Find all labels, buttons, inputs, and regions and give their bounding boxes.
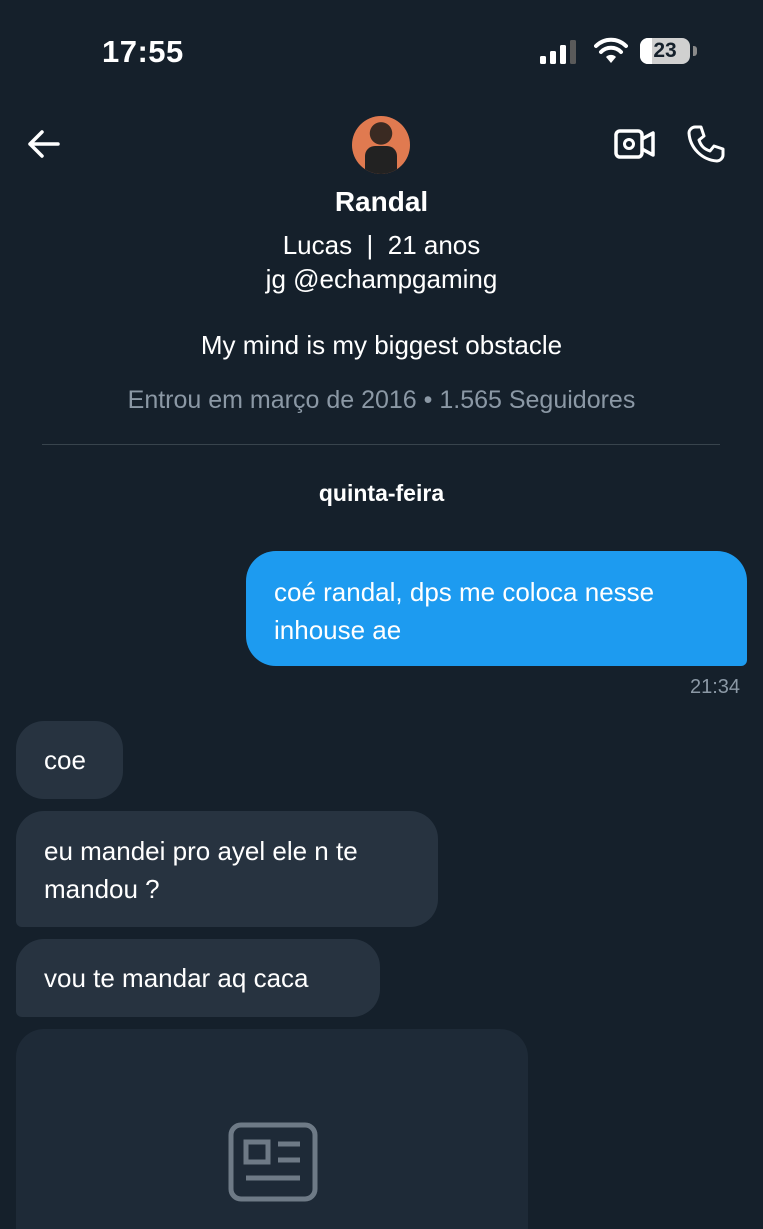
message-incoming[interactable]: eu mandei pro ayel ele n te mandou ? bbox=[16, 811, 438, 927]
day-separator: quinta-feira bbox=[318, 480, 445, 506]
bio-line-1: Lucas | 21 anos bbox=[282, 230, 481, 260]
message-timestamp: 21:34 bbox=[690, 676, 741, 698]
message-text: coe bbox=[44, 745, 86, 775]
back-arrow-icon[interactable] bbox=[24, 124, 64, 164]
divider bbox=[42, 444, 720, 445]
battery-indicator: 23 bbox=[640, 38, 698, 66]
bio-line-2: jg @echampgaming bbox=[265, 264, 498, 294]
message-incoming[interactable]: coe bbox=[16, 721, 123, 799]
cellular-signal-icon bbox=[540, 40, 576, 64]
message-text: eu mandei pro ayel ele n te mandou ? bbox=[44, 836, 358, 904]
message-outgoing[interactable]: coé randal, dps me coloca nesse inhouse … bbox=[246, 551, 747, 666]
battery-level: 23 bbox=[653, 39, 677, 62]
message-text: vou te mandar aq caca bbox=[44, 963, 309, 993]
phone-icon[interactable] bbox=[686, 124, 726, 164]
video-camera-icon[interactable] bbox=[614, 126, 656, 162]
wifi-icon bbox=[594, 37, 628, 63]
avatar[interactable] bbox=[352, 116, 410, 174]
message-incoming[interactable]: vou te mandar aq caca bbox=[16, 939, 380, 1017]
status-time: 17:55 bbox=[102, 34, 184, 69]
message-text: coé randal, dps me coloca nesse inhouse … bbox=[274, 577, 655, 645]
joined-followers: Entrou em março de 2016 • 1.565 Seguidor… bbox=[127, 386, 636, 414]
news-article-icon bbox=[228, 1122, 318, 1202]
contact-name: Randal bbox=[334, 186, 429, 217]
bio-line-3: My mind is my biggest obstacle bbox=[200, 330, 563, 360]
